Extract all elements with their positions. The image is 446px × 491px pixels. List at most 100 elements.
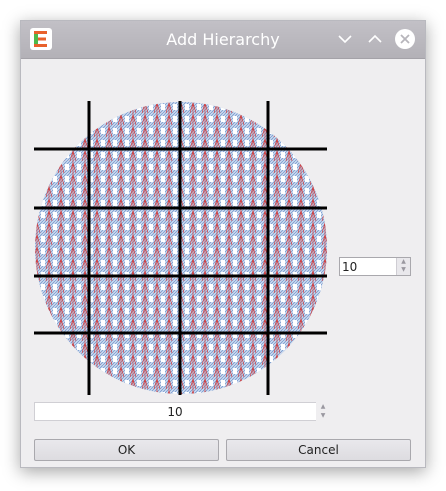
die-gap [209,248,213,254]
die-gap [221,368,225,374]
die-gap [41,152,45,158]
die-gap [269,224,273,230]
die-gap [221,116,225,122]
die-gap [125,104,129,110]
die-gap [281,284,285,290]
die-gap [293,380,297,386]
die-mark [297,341,305,354]
die-gap [233,368,237,374]
title-bar[interactable]: Add Hierarchy [21,21,425,59]
die-gap [293,308,297,314]
die-gap [293,392,297,394]
die-mark [45,329,53,342]
die-gap [281,296,285,302]
die-mark [129,102,137,114]
die-gap [77,128,81,134]
die-gap [173,236,177,242]
die-gap [209,200,213,206]
die-gap [77,296,81,302]
die-gap [245,176,249,182]
close-icon[interactable] [394,28,416,50]
die-gap [209,368,213,374]
die-gap [221,260,225,266]
die-gap [41,344,45,350]
die-gap [221,176,225,182]
spin-down-icon[interactable]: ▼ [316,411,330,420]
die-gap [197,344,201,350]
die-gap [257,284,261,290]
horizontal-divisions-spinbox[interactable]: ▲ ▼ [34,402,330,421]
die-mark [35,185,41,198]
die-mark [249,389,257,394]
die-gap [269,284,273,290]
die-gap [257,176,261,182]
die-mark [45,125,53,138]
die-gap [269,344,273,350]
die-gap [173,140,177,146]
die-gap [137,104,141,110]
die-gap [197,308,201,314]
die-gap [209,116,213,122]
die-gap [209,392,213,394]
die-gap [41,284,45,290]
die-mark [93,389,101,394]
die-gap [173,368,177,374]
die-gap [245,224,249,230]
die-gap [41,224,45,230]
add-hierarchy-dialog: Add Hierarchy 10 ▲ ▼ 10 ▲ ▼ OK Cancel [20,20,426,468]
spin-up-icon[interactable]: ▲ [397,258,410,266]
die-gap [137,320,141,326]
die-gap [269,152,273,158]
die-gap [257,128,261,134]
die-gap [125,284,129,290]
die-gap [245,320,249,326]
die-gap [161,188,165,194]
spin-buttons[interactable]: ▲ ▼ [396,258,410,275]
die-gap [257,308,261,314]
die-mark [69,353,77,366]
die-mark [57,365,65,378]
cancel-button[interactable]: Cancel [226,439,411,461]
die-mark [129,389,137,394]
spin-buttons[interactable]: ▲ ▼ [316,402,330,421]
spin-up-icon[interactable]: ▲ [316,402,330,411]
spin-down-icon[interactable]: ▼ [397,266,410,274]
die-mark [35,173,41,186]
die-gap [125,200,129,206]
die-gap [173,248,177,254]
die-gap [125,320,129,326]
die-gap [293,284,297,290]
vertical-divisions-spinbox[interactable]: ▲ ▼ [339,257,411,276]
die-gap [77,380,81,386]
die-gap [65,152,69,158]
die-gap [329,176,330,182]
die-mark [285,137,293,150]
die-gap [113,164,117,170]
die-gap [233,296,237,302]
die-gap [281,236,285,242]
die-gap [161,236,165,242]
horizontal-divisions-input[interactable] [35,403,315,420]
die-gap [161,212,165,218]
die-gap [317,380,321,386]
die-gap [137,116,141,122]
ok-button[interactable]: OK [34,439,219,461]
die-mark [309,125,317,138]
chevron-up-icon[interactable] [364,28,386,50]
die-mark [309,102,317,114]
die-mark [285,389,293,394]
die-gap [173,380,177,386]
vertical-divisions-input[interactable] [340,258,398,275]
die-gap [293,200,297,206]
die-gap [65,188,69,194]
die-gap [53,248,57,254]
die-gap [281,188,285,194]
die-gap [161,152,165,158]
die-gap [257,188,261,194]
die-gap [305,308,309,314]
die-gap [317,104,321,110]
die-gap [41,188,45,194]
die-gap [233,152,237,158]
die-gap [317,224,321,230]
chevron-down-icon[interactable] [334,28,356,50]
